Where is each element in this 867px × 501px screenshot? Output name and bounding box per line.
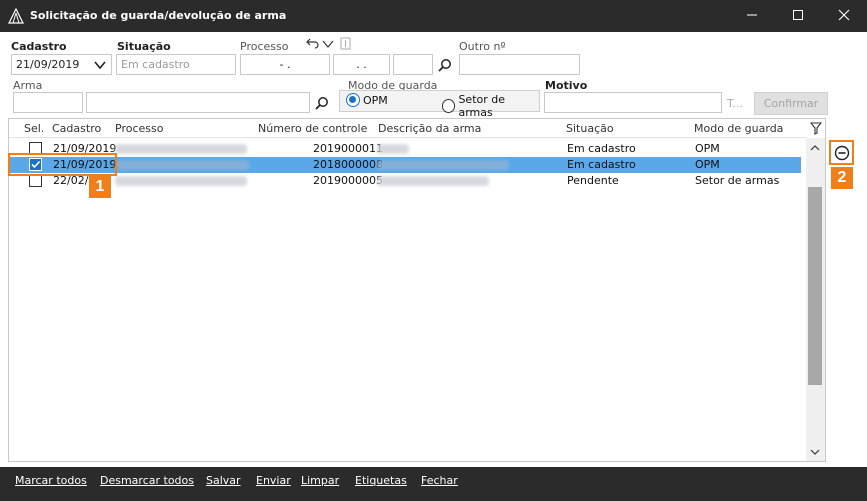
- redacted-processo: [115, 144, 247, 154]
- cell-situacao: Em cadastro: [567, 142, 636, 155]
- radio-setor-label: Setor de armas: [458, 93, 506, 119]
- column-header-numero-controle[interactable]: Número de controle: [258, 122, 367, 135]
- processo-field-1[interactable]: - .: [240, 54, 330, 75]
- scroll-up-icon[interactable]: [808, 141, 822, 155]
- scrollbar-thumb[interactable]: [808, 187, 822, 385]
- situacao-field[interactable]: Em cadastro: [116, 54, 236, 75]
- redacted-descricao: [377, 176, 489, 186]
- close-icon: [838, 9, 850, 24]
- redacted-descricao: [377, 144, 409, 154]
- confirm-button[interactable]: Confirmar: [754, 92, 828, 115]
- cell-situacao: Pendente: [567, 174, 619, 187]
- arma-label: Arma: [13, 79, 43, 92]
- modo-guarda-radio-group: OPM Setor de armas: [339, 90, 540, 119]
- remove-circle-icon[interactable]: [833, 144, 850, 161]
- cadastro-label: Cadastro: [11, 40, 67, 53]
- send-button[interactable]: Enviar: [256, 474, 291, 487]
- radio-checked-icon: [346, 93, 360, 107]
- callout-badge-1: 1: [89, 176, 111, 198]
- cell-modo: OPM: [695, 158, 720, 171]
- motivo-label: Motivo: [545, 79, 588, 92]
- save-button[interactable]: Salvar: [206, 474, 241, 487]
- header-divider: [9, 137, 806, 138]
- labels-button[interactable]: Etiquetas: [355, 474, 407, 487]
- table-row-selected[interactable]: 21/09/2019 2018000008 Em cadastro OPM: [9, 157, 801, 173]
- column-header-cadastro[interactable]: Cadastro: [52, 122, 101, 135]
- document-icon[interactable]: [339, 37, 351, 50]
- cell-situacao: Em cadastro: [567, 158, 636, 171]
- cell-modo: Setor de armas: [695, 174, 780, 187]
- column-header-processo[interactable]: Processo: [115, 122, 163, 135]
- outro-field[interactable]: [459, 54, 580, 75]
- redacted-processo: [115, 160, 249, 170]
- minimize-icon: [746, 9, 758, 24]
- cell-controle: 2019000011: [313, 142, 383, 155]
- minimize-button[interactable]: [729, 0, 775, 32]
- processo-label: Processo: [240, 40, 289, 53]
- column-header-modo-guarda[interactable]: Modo de guarda: [694, 122, 783, 135]
- redacted-descricao: [377, 160, 509, 170]
- radio-opm[interactable]: OPM: [346, 93, 388, 107]
- cell-controle: 2018000008: [313, 158, 383, 171]
- callout-badge-2: 2: [831, 167, 853, 189]
- redacted-processo: [115, 176, 247, 186]
- cell-modo: OPM: [695, 142, 720, 155]
- undo-icon[interactable]: [305, 37, 319, 49]
- arma-description-field[interactable]: [86, 92, 310, 113]
- arma-code-field[interactable]: [13, 92, 83, 113]
- search-icon[interactable]: [314, 95, 330, 111]
- title-bar: Solicitação de guarda/devolução de arma: [0, 0, 867, 32]
- callout-highlight-1: [8, 153, 117, 176]
- maximize-icon: [792, 9, 804, 24]
- situacao-label: Situação: [117, 40, 171, 53]
- window-title: Solicitação de guarda/devolução de arma: [30, 9, 287, 22]
- close-button[interactable]: [821, 0, 867, 32]
- column-header-descricao[interactable]: Descrição da arma: [378, 122, 481, 135]
- close-form-button[interactable]: Fechar: [421, 474, 458, 487]
- tent-app-icon: [8, 7, 24, 24]
- processo-field-3[interactable]: [393, 54, 433, 75]
- select-all-button[interactable]: Marcar todos: [15, 474, 87, 487]
- chevron-down-icon[interactable]: [94, 60, 106, 73]
- chevron-down-icon[interactable]: [322, 39, 334, 49]
- radio-opm-label: OPM: [363, 93, 388, 107]
- cadastro-date-value: 21/09/2019: [16, 58, 80, 71]
- processo-field-2[interactable]: . .: [333, 54, 390, 75]
- column-header-situacao[interactable]: Situação: [566, 122, 614, 135]
- cadastro-date-field[interactable]: 21/09/2019: [11, 54, 112, 75]
- motivo-field[interactable]: [544, 92, 722, 113]
- column-header-sel[interactable]: Sel.: [24, 122, 44, 135]
- cell-controle: 2019000005: [313, 174, 383, 187]
- footer-toolbar: Marcar todos Desmarcar todos Salvar Envi…: [0, 467, 867, 501]
- motivo-text-ellipsis[interactable]: T...: [727, 97, 743, 110]
- filter-icon[interactable]: [809, 121, 823, 135]
- maximize-button[interactable]: [775, 0, 821, 32]
- radio-setor-de-armas[interactable]: Setor de armas: [442, 93, 539, 119]
- search-icon[interactable]: [437, 57, 453, 73]
- table-row[interactable]: 21/09/2019 2019000011 Em cadastro OPM: [9, 141, 801, 157]
- clear-button[interactable]: Limpar: [301, 474, 339, 487]
- table-row[interactable]: 22/02/ 2019000005 Pendente Setor de arma…: [9, 173, 801, 189]
- deselect-all-button[interactable]: Desmarcar todos: [100, 474, 194, 487]
- outro-label: Outro nº: [459, 40, 506, 53]
- scroll-down-icon[interactable]: [808, 445, 822, 459]
- radio-unchecked-icon: [442, 99, 456, 113]
